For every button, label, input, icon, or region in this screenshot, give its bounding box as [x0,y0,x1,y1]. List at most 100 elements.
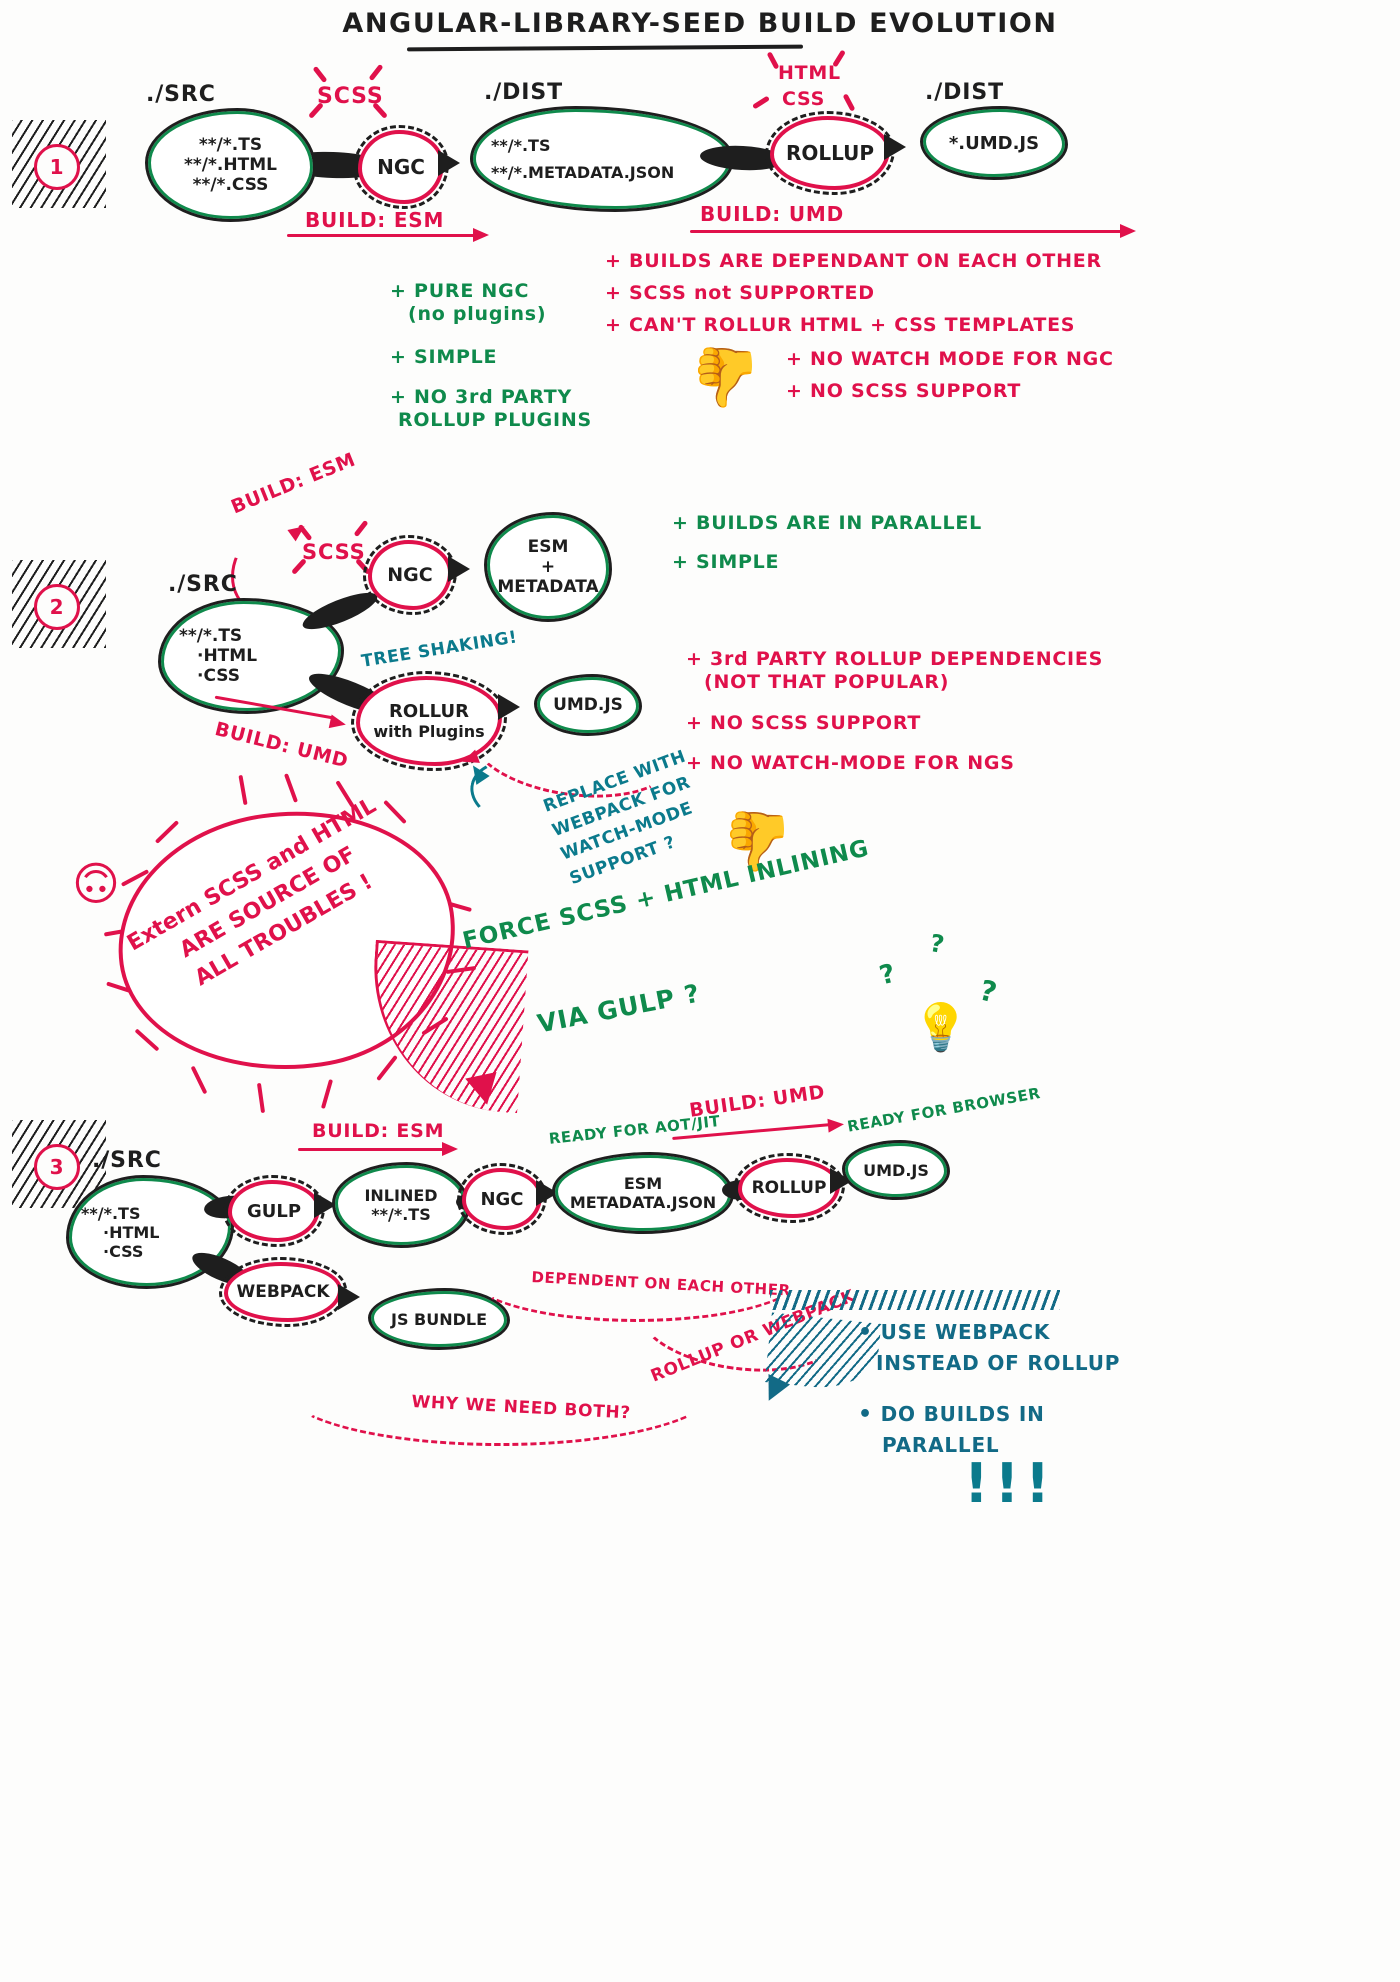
suggestion-1-line-2: INSTEAD OF ROLLUP [876,1350,1121,1375]
dist-line-0: **/*.TS [491,136,551,155]
pro-2-1: + SIMPLE [672,551,780,574]
label-src-3: ./SRC [92,1148,162,1173]
webpack-label: WEBPACK [236,1282,330,1302]
node-esm-2: ESM + METADATA [484,512,612,622]
esm3-line-1: METADATA.JSON [569,1193,717,1212]
label-dist-1: ./DIST [484,80,563,105]
blue-squiggle-line [770,1290,1060,1310]
step-badge-2: 2 [12,560,106,648]
label-src-1: ./SRC [146,82,216,107]
pro-1-2: + NO 3rd PARTY [390,385,573,408]
label-ready-browser: READY FOR BROWSER [846,1084,1042,1136]
suggestion-2-line-1: DO BUILDS IN [880,1402,1045,1426]
pro-2-0: + BUILDS ARE IN PARALLEL [672,512,982,534]
node-rollup-1: ROLLUP [765,111,895,195]
js-bundle-label: JS BUNDLE [390,1309,488,1329]
node-ngc-2: NGC [363,535,457,615]
thumbs-down-icon-1: 👎 [690,343,763,411]
node-gulp-3: GULP [223,1175,325,1247]
label-tree-shaking: TREE SHAKING! [360,627,519,672]
cons-list-1: + BUILDS ARE DEPENDANT ON EACH OTHER + S… [605,250,1102,347]
src2-line-1: ·HTML [197,646,258,666]
src-line-2: **/*.CSS [192,175,269,195]
con-2-1: + NO SCSS SUPPORT [686,712,922,735]
esm2-line-1: + [540,557,556,577]
arrow-label-build-umd-3: BUILD: UMD [688,1080,827,1122]
burst-scss-text-2: SCSS [302,540,366,564]
node-webpack-3: WEBPACK [219,1257,347,1327]
arrow-head-build-umd-1 [1120,224,1136,238]
ngc-label-1: NGC [377,155,425,179]
src3-line-1: ·HTML [103,1222,160,1242]
arrow-head-build-umd-3 [827,1117,845,1133]
arrow-label-build-esm-3: BUILD: ESM [312,1120,445,1142]
step-number-2: 2 [34,584,80,630]
src-line-1: **/*.HTML [184,155,277,175]
pro-1-0-sub: (no plugins) [408,303,547,326]
src3-line-0: **/*.TS [81,1203,141,1223]
question-mark-3: ? [976,973,1001,1010]
suggestion-1-line-1: USE WEBPACK [880,1320,1051,1344]
con-1b-1: + NO SCSS SUPPORT [786,380,1022,403]
step-badge-1: 1 [12,120,106,208]
burst-html-text: HTML [778,62,841,84]
inlined-line-1: **/*.TS [371,1205,431,1224]
src2-line-2: ·CSS [197,666,240,686]
suggestion-1: • USE WEBPACK INSTEAD OF ROLLUP [858,1320,1121,1375]
pros-list-2: + BUILDS ARE IN PARALLEL + SIMPLE [672,512,982,583]
esm3-line-0: ESM [623,1174,663,1193]
arrow-head-build-esm-3 [442,1142,458,1156]
ngc-label-3: NGC [480,1188,524,1210]
burst-htmlcss-1: HTML CSS [752,49,862,122]
src3-line-2: ·CSS [103,1241,144,1261]
step-number-3: 3 [34,1144,80,1190]
arrow-webpack-to-bundle-3 [338,1284,360,1310]
con-2-0-sub: (NOT THAT POPULAR) [704,671,950,694]
arrow-ngc-to-dist-1 [438,150,460,176]
sad-face-icon: ☺ [72,855,120,909]
src-line-0: **/*.TS [198,135,263,155]
label-src-2: ./SRC [168,572,238,597]
page-title: ANGULAR-LIBRARY-SEED BUILD EVOLUTION [342,8,1058,39]
node-inlined-3: INLINED **/*.TS [332,1162,470,1248]
gulp-label: GULP [246,1200,302,1222]
note-force-inlining-line2: VIA GULP ? [535,978,703,1039]
node-dist2-1: *.UMD.JS [920,106,1068,180]
con-1-1: + SCSS not SUPPORTED [605,282,875,305]
con-2-0: + 3rd PARTY ROLLUP DEPENDENCIES [686,648,1104,670]
burst-scss-2: SCSS [288,518,378,580]
pro-1-0: + PURE NGC [390,280,530,302]
step-number-1: 1 [34,144,80,190]
arrow-label-build-umd-1: BUILD: UMD [700,202,844,226]
cons-list-2: + 3rd PARTY ROLLUP DEPENDENCIES (NOT THA… [686,648,1103,784]
umd3-label: UMD.JS [863,1160,929,1180]
burst-scss-text-1: SCSS [317,84,384,109]
con-1b-0: + NO WATCH MODE FOR NGC [786,348,1114,370]
src2-line-0: **/*.TS [179,626,243,646]
arrow-label-build-esm-1: BUILD: ESM [305,208,445,232]
arrow-rollup-to-dist2-1 [884,134,906,160]
question-mark-2: ? [927,929,947,959]
node-umd-3: UMD.JS [842,1140,950,1200]
con-1-0: + BUILDS ARE DEPENDANT ON EACH OTHER [605,250,1102,272]
con-1-2: + CAN'T ROLLUR HTML + CSS TEMPLATES [605,314,1076,337]
rollup-label-3: ROLLUP [751,1178,827,1198]
ngc-label-2: NGC [387,564,433,586]
dist2-line-0: *.UMD.JS [948,132,1040,154]
pro-1-2-sub: ROLLUP PLUGINS [398,408,592,431]
esm2-line-0: ESM [527,537,569,557]
suggestion-2: • DO BUILDS IN PARALLEL [858,1402,1045,1457]
rollup-label-1: ROLLUP [785,141,875,165]
lightbulb-icon: 💡 [912,1000,970,1054]
title-underline [406,44,804,52]
rollup2-line-0: ROLLUR [389,701,469,722]
rollup2-line-1: with Plugins [373,722,485,741]
node-rollup-3: ROLLUP [733,1153,845,1223]
burst-css-text: CSS [782,88,826,110]
arrow-head-build-umd-2 [328,714,348,732]
node-src-1: **/*.TS **/*.HTML **/*.CSS [145,108,316,222]
con-2-2: + NO WATCH-MODE FOR NGS [686,751,1015,774]
inlined-line-0: INLINED [364,1186,438,1205]
esm2-line-2: METADATA [497,577,599,597]
node-esm-3: ESM METADATA.JSON [552,1152,734,1234]
